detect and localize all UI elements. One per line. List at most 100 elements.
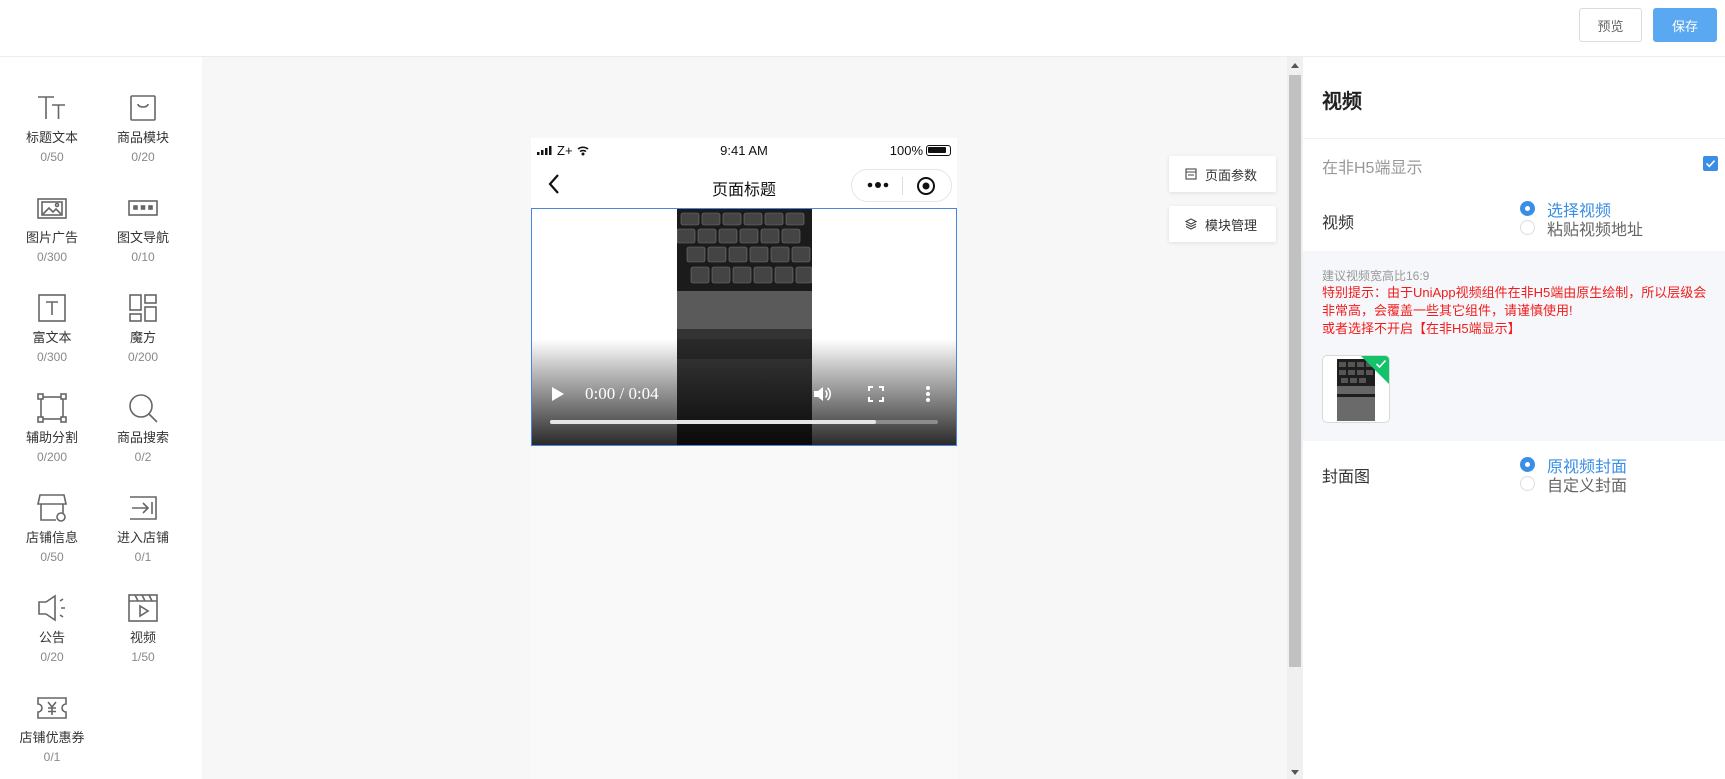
cover-radio-group: 原视频封面 自定义封面 [1520, 455, 1627, 495]
component-count: 0/200 [127, 350, 159, 364]
component-goods-search[interactable]: 商品搜索 0/2 [98, 391, 188, 464]
module-manage-label: 模块管理 [1205, 217, 1258, 233]
close-target-icon[interactable] [916, 176, 936, 196]
non-h5-checkbox[interactable] [1703, 156, 1718, 171]
warning-tip: 特别提示：由于UniApp视频组件在非H5端由原生绘制，所以层级会非常高，会覆盖… [1322, 284, 1717, 338]
mini-program-capsule [851, 169, 952, 202]
top-bar: 预览 保存 [0, 0, 1725, 57]
component-divider[interactable]: 辅助分割 0/200 [7, 391, 97, 464]
video-thumbnail[interactable] [1322, 355, 1390, 423]
preview-button[interactable]: 预览 [1579, 8, 1642, 42]
video-icon [128, 594, 158, 622]
component-count: 0/50 [40, 150, 64, 164]
editor-canvas: Z+ 9:41 AM 100% 页面标题 0:00 / 0:04 [202, 57, 1287, 779]
search-icon [129, 394, 158, 423]
coupon-icon [37, 697, 67, 719]
play-icon[interactable] [550, 385, 566, 403]
canvas-scrollbar[interactable] [1287, 57, 1303, 779]
component-label: 图文导航 [116, 230, 169, 245]
component-label: 商品搜索 [116, 430, 169, 445]
rich-text-icon [38, 294, 66, 322]
component-shop-info[interactable]: 店铺信息 0/50 [7, 491, 97, 564]
component-label: 进入店铺 [116, 530, 169, 545]
component-count: 0/20 [40, 650, 64, 664]
component-count: 0/1 [134, 550, 152, 564]
radio-label: 粘贴视频地址 [1547, 221, 1644, 239]
scroll-up-arrow[interactable] [1291, 63, 1299, 68]
video-tip-box: 建议视频宽高比16:9 特别提示：由于UniApp视频组件在非H5端由原生绘制，… [1303, 251, 1725, 441]
phone-nav-bar: 页面标题 [531, 162, 957, 208]
cover-label: 封面图 [1322, 469, 1371, 486]
page-params-label: 页面参数 [1205, 167, 1258, 183]
save-button[interactable]: 保存 [1653, 8, 1717, 42]
page-params-button[interactable]: 页面参数 [1169, 156, 1276, 192]
video-progress-fill [550, 420, 876, 424]
component-label: 图片广告 [25, 230, 78, 245]
component-goods[interactable]: 商品模块 0/20 [98, 91, 188, 164]
more-options-icon[interactable] [925, 385, 931, 403]
shopping-bag-icon [130, 95, 156, 121]
divider-icon [37, 393, 67, 423]
component-cube[interactable]: 魔方 0/200 [98, 291, 188, 364]
non-h5-label: 在非H5端显示 [1322, 160, 1423, 177]
video-controls: 0:00 / 0:04 [532, 209, 956, 445]
text-icon [38, 96, 65, 119]
component-label: 视频 [129, 630, 156, 645]
layers-icon [1185, 218, 1197, 230]
video-source-radio-group: 选择视频 粘贴视频地址 [1520, 199, 1644, 239]
settings-panel: 视频 在非H5端显示 视频 选择视频 粘贴视频地址 建议视频宽高比16:9 特别… [1303, 57, 1725, 779]
image-icon [37, 198, 67, 219]
component-video[interactable]: 视频 1/50 [98, 591, 188, 664]
radio-paste-url[interactable]: 粘贴视频地址 [1520, 218, 1644, 239]
radio-dot [1520, 201, 1535, 216]
battery-label: 100% [889, 143, 923, 158]
component-label: 店铺优惠券 [19, 730, 85, 745]
component-label: 富文本 [32, 330, 72, 345]
grid-icon [129, 294, 157, 322]
component-count: 0/300 [36, 250, 68, 264]
component-rich-text[interactable]: 富文本 0/300 [7, 291, 97, 364]
radio-dot [1520, 476, 1535, 491]
fullscreen-icon[interactable] [868, 386, 884, 402]
radio-dot [1520, 457, 1535, 472]
component-count: 0/1 [43, 750, 61, 764]
component-coupon[interactable]: 店铺优惠券 0/1 [7, 691, 97, 764]
component-enter-shop[interactable]: 进入店铺 0/1 [98, 491, 188, 564]
battery-icon [926, 145, 951, 156]
video-time: 0:00 / 0:04 [585, 384, 659, 403]
component-count: 0/300 [36, 350, 68, 364]
component-image-ad[interactable]: 图片广告 0/300 [7, 191, 97, 264]
video-source-label: 视频 [1322, 215, 1355, 232]
capsule-divider [902, 177, 903, 195]
component-count: 0/2 [134, 450, 152, 464]
scroll-down-arrow[interactable] [1291, 770, 1299, 775]
component-label: 标题文本 [25, 130, 78, 145]
component-label: 公告 [38, 630, 65, 645]
component-count: 0/10 [131, 250, 155, 264]
component-panel: 标题文本 0/50 商品模块 0/20 图片广告 0/300 图文导航 0/10 [0, 57, 202, 779]
component-count: 0/20 [131, 150, 155, 164]
component-image-nav[interactable]: 图文导航 0/10 [98, 191, 188, 264]
radio-dot [1520, 220, 1535, 235]
component-count: 0/50 [40, 550, 64, 564]
component-title-text[interactable]: 标题文本 0/50 [7, 91, 97, 164]
volume-icon[interactable] [812, 384, 832, 404]
more-icon[interactable] [866, 175, 890, 195]
settings-divider [1303, 138, 1725, 139]
selected-check-icon [1375, 359, 1387, 369]
scrollbar-thumb[interactable] [1289, 75, 1301, 667]
status-bar: Z+ 9:41 AM 100% [531, 138, 957, 162]
component-label: 商品模块 [116, 130, 169, 145]
module-manage-button[interactable]: 模块管理 [1169, 206, 1276, 242]
enter-shop-icon [130, 496, 157, 520]
component-notice[interactable]: 公告 0/20 [7, 591, 97, 664]
ratio-tip: 建议视频宽高比16:9 [1322, 269, 1430, 283]
warning-text: 特别提示：由于UniApp视频组件在非H5端由原生绘制，所以层级会非常高，会覆盖… [1322, 285, 1707, 318]
page-icon [1185, 168, 1197, 180]
video-progress-bar[interactable] [550, 420, 938, 424]
radio-custom-cover[interactable]: 自定义封面 [1520, 474, 1627, 495]
check-icon [1705, 160, 1716, 168]
shop-icon [37, 494, 67, 522]
component-count: 0/200 [36, 450, 68, 464]
video-player[interactable]: 0:00 / 0:04 [531, 208, 957, 446]
